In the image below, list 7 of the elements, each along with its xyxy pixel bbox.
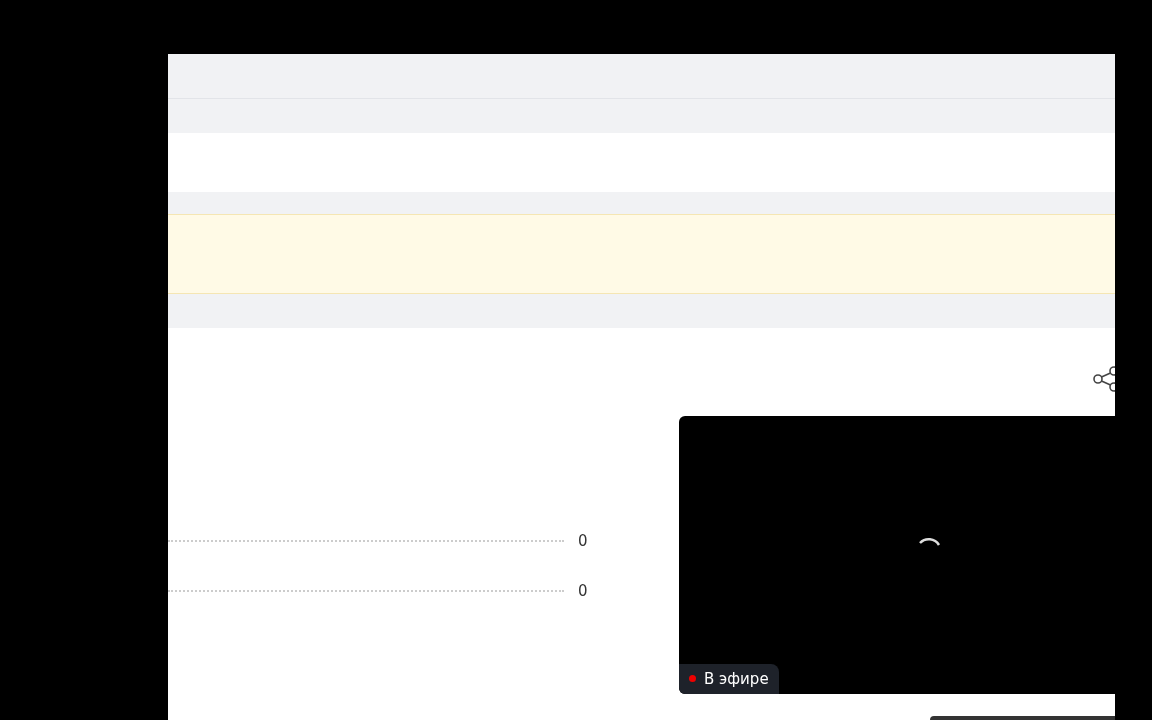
share-icon[interactable] <box>1092 366 1115 392</box>
stat-value: 0 <box>578 580 589 602</box>
stat-value: 0 <box>578 530 589 552</box>
live-label: В эфире <box>704 668 769 690</box>
live-dot-icon <box>689 675 696 683</box>
loading-spinner-icon <box>919 536 941 546</box>
video-player[interactable]: В эфире <box>679 416 1115 694</box>
